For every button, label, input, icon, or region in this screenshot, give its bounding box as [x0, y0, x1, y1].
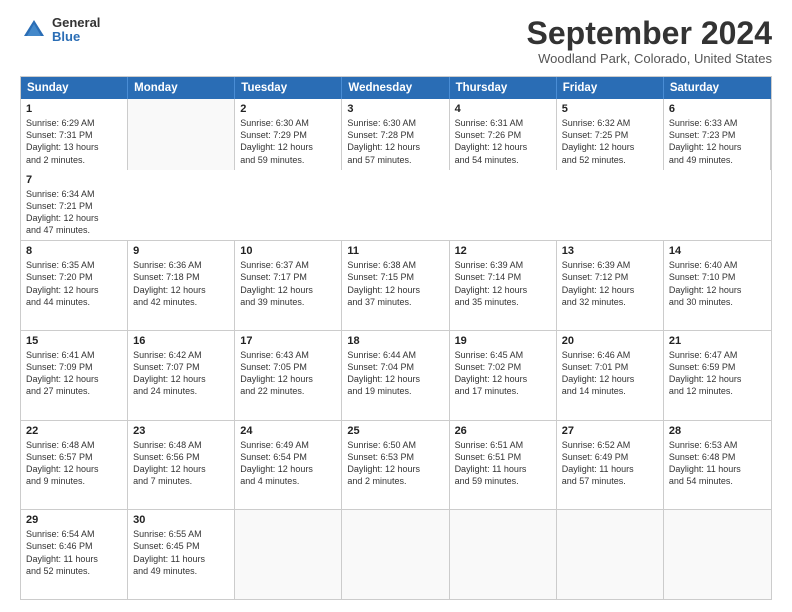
calendar-cell-6: 5Sunrise: 6:32 AM Sunset: 7:25 PM Daylig…: [557, 99, 664, 170]
calendar-row-2: 15Sunrise: 6:41 AM Sunset: 7:09 PM Dayli…: [21, 330, 771, 420]
calendar-cell-r2c6: 21Sunrise: 6:47 AM Sunset: 6:59 PM Dayli…: [664, 331, 771, 420]
calendar-cell-4: 3Sunrise: 6:30 AM Sunset: 7:28 PM Daylig…: [342, 99, 449, 170]
calendar-cell-r4c6: [664, 510, 771, 599]
calendar-cell-r2c2: 17Sunrise: 6:43 AM Sunset: 7:05 PM Dayli…: [235, 331, 342, 420]
calendar-cell-r4c5: [557, 510, 664, 599]
header-thursday: Thursday: [450, 77, 557, 99]
logo-text: General Blue: [52, 16, 100, 45]
calendar-cell-3: 2Sunrise: 6:30 AM Sunset: 7:29 PM Daylig…: [235, 99, 342, 170]
calendar-cell-r3c5: 27Sunrise: 6:52 AM Sunset: 6:49 PM Dayli…: [557, 421, 664, 510]
title-block: September 2024 Woodland Park, Colorado, …: [527, 16, 772, 66]
calendar-cell-r1c4: 12Sunrise: 6:39 AM Sunset: 7:14 PM Dayli…: [450, 241, 557, 330]
header-sunday: Sunday: [21, 77, 128, 99]
calendar-cell-r4c1: 30Sunrise: 6:55 AM Sunset: 6:45 PM Dayli…: [128, 510, 235, 599]
calendar-cell-r2c1: 16Sunrise: 6:42 AM Sunset: 7:07 PM Dayli…: [128, 331, 235, 420]
calendar-body: 1Sunrise: 6:29 AM Sunset: 7:31 PM Daylig…: [21, 99, 771, 599]
page: General Blue September 2024 Woodland Par…: [0, 0, 792, 612]
calendar-cell-r1c1: 9Sunrise: 6:36 AM Sunset: 7:18 PM Daylig…: [128, 241, 235, 330]
calendar-row-0: 1Sunrise: 6:29 AM Sunset: 7:31 PM Daylig…: [21, 99, 771, 240]
calendar-row-4: 29Sunrise: 6:54 AM Sunset: 6:46 PM Dayli…: [21, 509, 771, 599]
logo-general-text: General: [52, 16, 100, 30]
calendar-cell-r1c2: 10Sunrise: 6:37 AM Sunset: 7:17 PM Dayli…: [235, 241, 342, 330]
calendar-cell-r2c4: 19Sunrise: 6:45 AM Sunset: 7:02 PM Dayli…: [450, 331, 557, 420]
calendar-cell-r2c5: 20Sunrise: 6:46 AM Sunset: 7:01 PM Dayli…: [557, 331, 664, 420]
header-friday: Friday: [557, 77, 664, 99]
calendar-header: Sunday Monday Tuesday Wednesday Thursday…: [21, 77, 771, 99]
month-title: September 2024: [527, 16, 772, 51]
logo-icon: [20, 16, 48, 44]
calendar-cell-r2c3: 18Sunrise: 6:44 AM Sunset: 7:04 PM Dayli…: [342, 331, 449, 420]
calendar-cell-r1c3: 11Sunrise: 6:38 AM Sunset: 7:15 PM Dayli…: [342, 241, 449, 330]
calendar-cell-r3c1: 23Sunrise: 6:48 AM Sunset: 6:56 PM Dayli…: [128, 421, 235, 510]
header: General Blue September 2024 Woodland Par…: [20, 16, 772, 66]
calendar-cell-r3c6: 28Sunrise: 6:53 AM Sunset: 6:48 PM Dayli…: [664, 421, 771, 510]
calendar-cell-2: [128, 99, 235, 170]
calendar-cell-r4c0: 29Sunrise: 6:54 AM Sunset: 6:46 PM Dayli…: [21, 510, 128, 599]
header-monday: Monday: [128, 77, 235, 99]
logo-blue-text: Blue: [52, 30, 100, 44]
calendar-cell-r1c6: 14Sunrise: 6:40 AM Sunset: 7:10 PM Dayli…: [664, 241, 771, 330]
header-tuesday: Tuesday: [235, 77, 342, 99]
calendar-cell-r2c0: 15Sunrise: 6:41 AM Sunset: 7:09 PM Dayli…: [21, 331, 128, 420]
header-wednesday: Wednesday: [342, 77, 449, 99]
calendar-cell-r3c0: 22Sunrise: 6:48 AM Sunset: 6:57 PM Dayli…: [21, 421, 128, 510]
header-saturday: Saturday: [664, 77, 771, 99]
calendar-cell-r4c4: [450, 510, 557, 599]
calendar-cell-r3c3: 25Sunrise: 6:50 AM Sunset: 6:53 PM Dayli…: [342, 421, 449, 510]
calendar-cell-r3c2: 24Sunrise: 6:49 AM Sunset: 6:54 PM Dayli…: [235, 421, 342, 510]
calendar-cell-5: 4Sunrise: 6:31 AM Sunset: 7:26 PM Daylig…: [450, 99, 557, 170]
calendar-row-3: 22Sunrise: 6:48 AM Sunset: 6:57 PM Dayli…: [21, 420, 771, 510]
calendar-cell-r3c4: 26Sunrise: 6:51 AM Sunset: 6:51 PM Dayli…: [450, 421, 557, 510]
calendar-cell-1: 1Sunrise: 6:29 AM Sunset: 7:31 PM Daylig…: [21, 99, 128, 170]
calendar: Sunday Monday Tuesday Wednesday Thursday…: [20, 76, 772, 600]
location-subtitle: Woodland Park, Colorado, United States: [527, 51, 772, 66]
calendar-cell-7: 6Sunrise: 6:33 AM Sunset: 7:23 PM Daylig…: [664, 99, 771, 170]
calendar-cell-8: 7Sunrise: 6:34 AM Sunset: 7:21 PM Daylig…: [21, 170, 128, 241]
logo: General Blue: [20, 16, 100, 45]
calendar-row-1: 8Sunrise: 6:35 AM Sunset: 7:20 PM Daylig…: [21, 240, 771, 330]
calendar-cell-r1c0: 8Sunrise: 6:35 AM Sunset: 7:20 PM Daylig…: [21, 241, 128, 330]
calendar-cell-r4c3: [342, 510, 449, 599]
calendar-cell-r1c5: 13Sunrise: 6:39 AM Sunset: 7:12 PM Dayli…: [557, 241, 664, 330]
calendar-cell-r4c2: [235, 510, 342, 599]
